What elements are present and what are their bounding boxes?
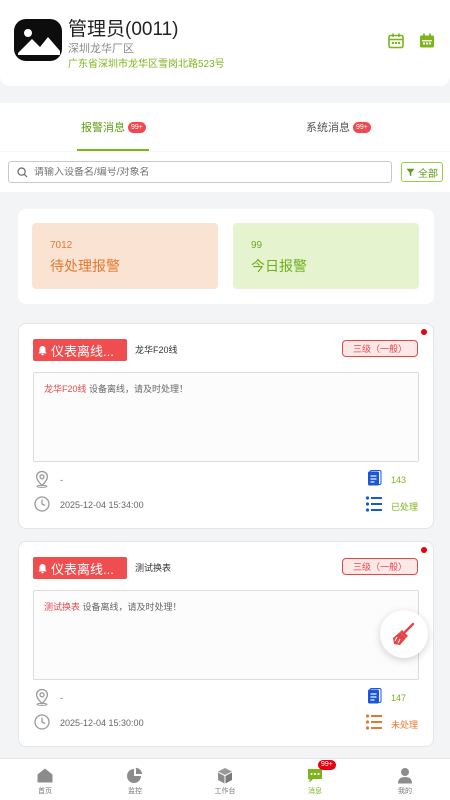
- filter-button[interactable]: 全部: [401, 162, 443, 182]
- today-alarms-stat[interactable]: 99 今日报警: [233, 223, 419, 289]
- alarm-time: 2025-12-04 15:34:00: [60, 500, 144, 510]
- unread-dot: [421, 329, 427, 335]
- alarm-message: 龙华F20线 设备离线，请及时处理！: [33, 372, 419, 462]
- process-status: 未处理: [391, 720, 419, 730]
- list-icon: [365, 496, 382, 512]
- document-icon: [368, 470, 382, 486]
- alarm-type-tag: 仪表离线...: [33, 557, 127, 579]
- filter-icon: [406, 168, 415, 176]
- profile-header: 管理员(0011) 深圳龙华厂区 广东省深圳市龙华区雪岗北路523号: [0, 0, 450, 86]
- nav-messages[interactable]: 99+ 消息: [270, 759, 360, 800]
- alarm-stats-card: 7012 待处理报警 99 今日报警: [18, 209, 434, 304]
- alarm-level-badge: 三级（一般）: [342, 558, 418, 575]
- nav-label: 我的: [398, 788, 412, 795]
- message-device: 测试换表: [44, 602, 81, 612]
- user-address: 广东省深圳市龙华区雪岗北路523号: [68, 59, 225, 70]
- nav-home[interactable]: 首页: [0, 759, 90, 800]
- clock-icon: [34, 714, 50, 730]
- message-text: 设备离线，请及时处理！: [86, 384, 189, 394]
- nav-monitor[interactable]: 监控: [90, 759, 180, 800]
- user-name: 管理员(0011): [68, 19, 179, 40]
- process-status: 已处理: [391, 502, 419, 512]
- broom-icon: [393, 622, 415, 645]
- bell-icon: [38, 345, 47, 355]
- today-label: 今日报警: [251, 258, 307, 274]
- pending-count: 7012: [50, 240, 73, 251]
- device-name: 测试换表: [135, 563, 172, 573]
- search-icon: [17, 166, 28, 177]
- tab-label: 报警消息: [81, 122, 125, 134]
- nav-badge: 99+: [318, 760, 336, 770]
- unread-dot: [421, 547, 427, 553]
- search-input[interactable]: [34, 166, 374, 178]
- alarm-time: 2025-12-04 15:30:00: [60, 718, 144, 728]
- tab-alarm-messages[interactable]: 报警消息 99+: [81, 103, 146, 151]
- nav-label: 监控: [128, 788, 142, 795]
- alarm-type-tag: 仪表离线...: [33, 339, 127, 361]
- bottom-navigation: 首页 监控 工作台 99+ 消息 我的: [0, 758, 450, 800]
- alarm-card[interactable]: 仪表离线... 龙华F20线 三级（一般） 龙华F20线 设备离线，请及时处理！…: [18, 323, 434, 529]
- device-name: 龙华F20线: [135, 345, 178, 355]
- nav-label: 首页: [38, 788, 52, 795]
- home-icon: [37, 768, 53, 783]
- filter-label: 全部: [418, 168, 438, 180]
- today-count: 99: [251, 240, 263, 251]
- nav-label: 工作台: [214, 788, 236, 795]
- alarm-card[interactable]: 仪表离线... 测试换表 三级（一般） 测试换表 设备离线，请及时处理！ - 1…: [18, 541, 434, 747]
- user-icon: [398, 768, 412, 784]
- calendar-icon[interactable]: [387, 32, 405, 50]
- alarm-level-badge: 三级（一般）: [342, 340, 418, 357]
- tab-label: 系统消息: [306, 122, 350, 134]
- bell-icon: [38, 563, 47, 573]
- pending-alarms-stat[interactable]: 7012 待处理报警: [32, 223, 218, 289]
- location-text: -: [60, 693, 63, 703]
- location-pin-icon: [35, 688, 49, 706]
- calendar-filled-icon[interactable]: [418, 32, 436, 50]
- user-company: 深圳龙华厂区: [68, 43, 134, 55]
- avatar[interactable]: [14, 19, 62, 61]
- tab-badge: 99+: [353, 121, 371, 133]
- search-box[interactable]: [8, 161, 392, 183]
- alarm-number: 143: [391, 475, 407, 485]
- tab-system-messages[interactable]: 系统消息 99+: [306, 103, 371, 151]
- nav-workbench[interactable]: 工作台: [180, 759, 270, 800]
- message-device: 龙华F20线: [44, 384, 87, 394]
- list-icon: [365, 714, 382, 730]
- image-placeholder-icon: [18, 29, 60, 55]
- nav-profile[interactable]: 我的: [360, 759, 450, 800]
- alarm-type-label: 仪表离线...: [51, 561, 114, 577]
- location-pin-icon: [35, 470, 49, 488]
- document-icon: [368, 688, 382, 704]
- nav-label: 消息: [308, 788, 322, 795]
- alarm-message: 测试换表 设备离线，请及时处理！: [33, 590, 419, 680]
- cube-icon: [218, 768, 232, 784]
- location-text: -: [60, 475, 63, 485]
- clock-icon: [34, 496, 50, 512]
- message-tabs: 报警消息 99+ 系统消息 99+: [0, 103, 450, 151]
- alarm-type-label: 仪表离线...: [51, 343, 114, 359]
- pending-label: 待处理报警: [50, 258, 120, 274]
- clear-all-button[interactable]: [380, 610, 428, 658]
- message-text: 设备离线，请及时处理！: [80, 602, 182, 612]
- pie-chart-icon: [127, 767, 143, 783]
- alarm-number: 147: [391, 693, 407, 703]
- active-tab-indicator: [77, 149, 149, 151]
- tab-badge: 99+: [128, 121, 146, 133]
- search-bar: 全部: [0, 152, 450, 192]
